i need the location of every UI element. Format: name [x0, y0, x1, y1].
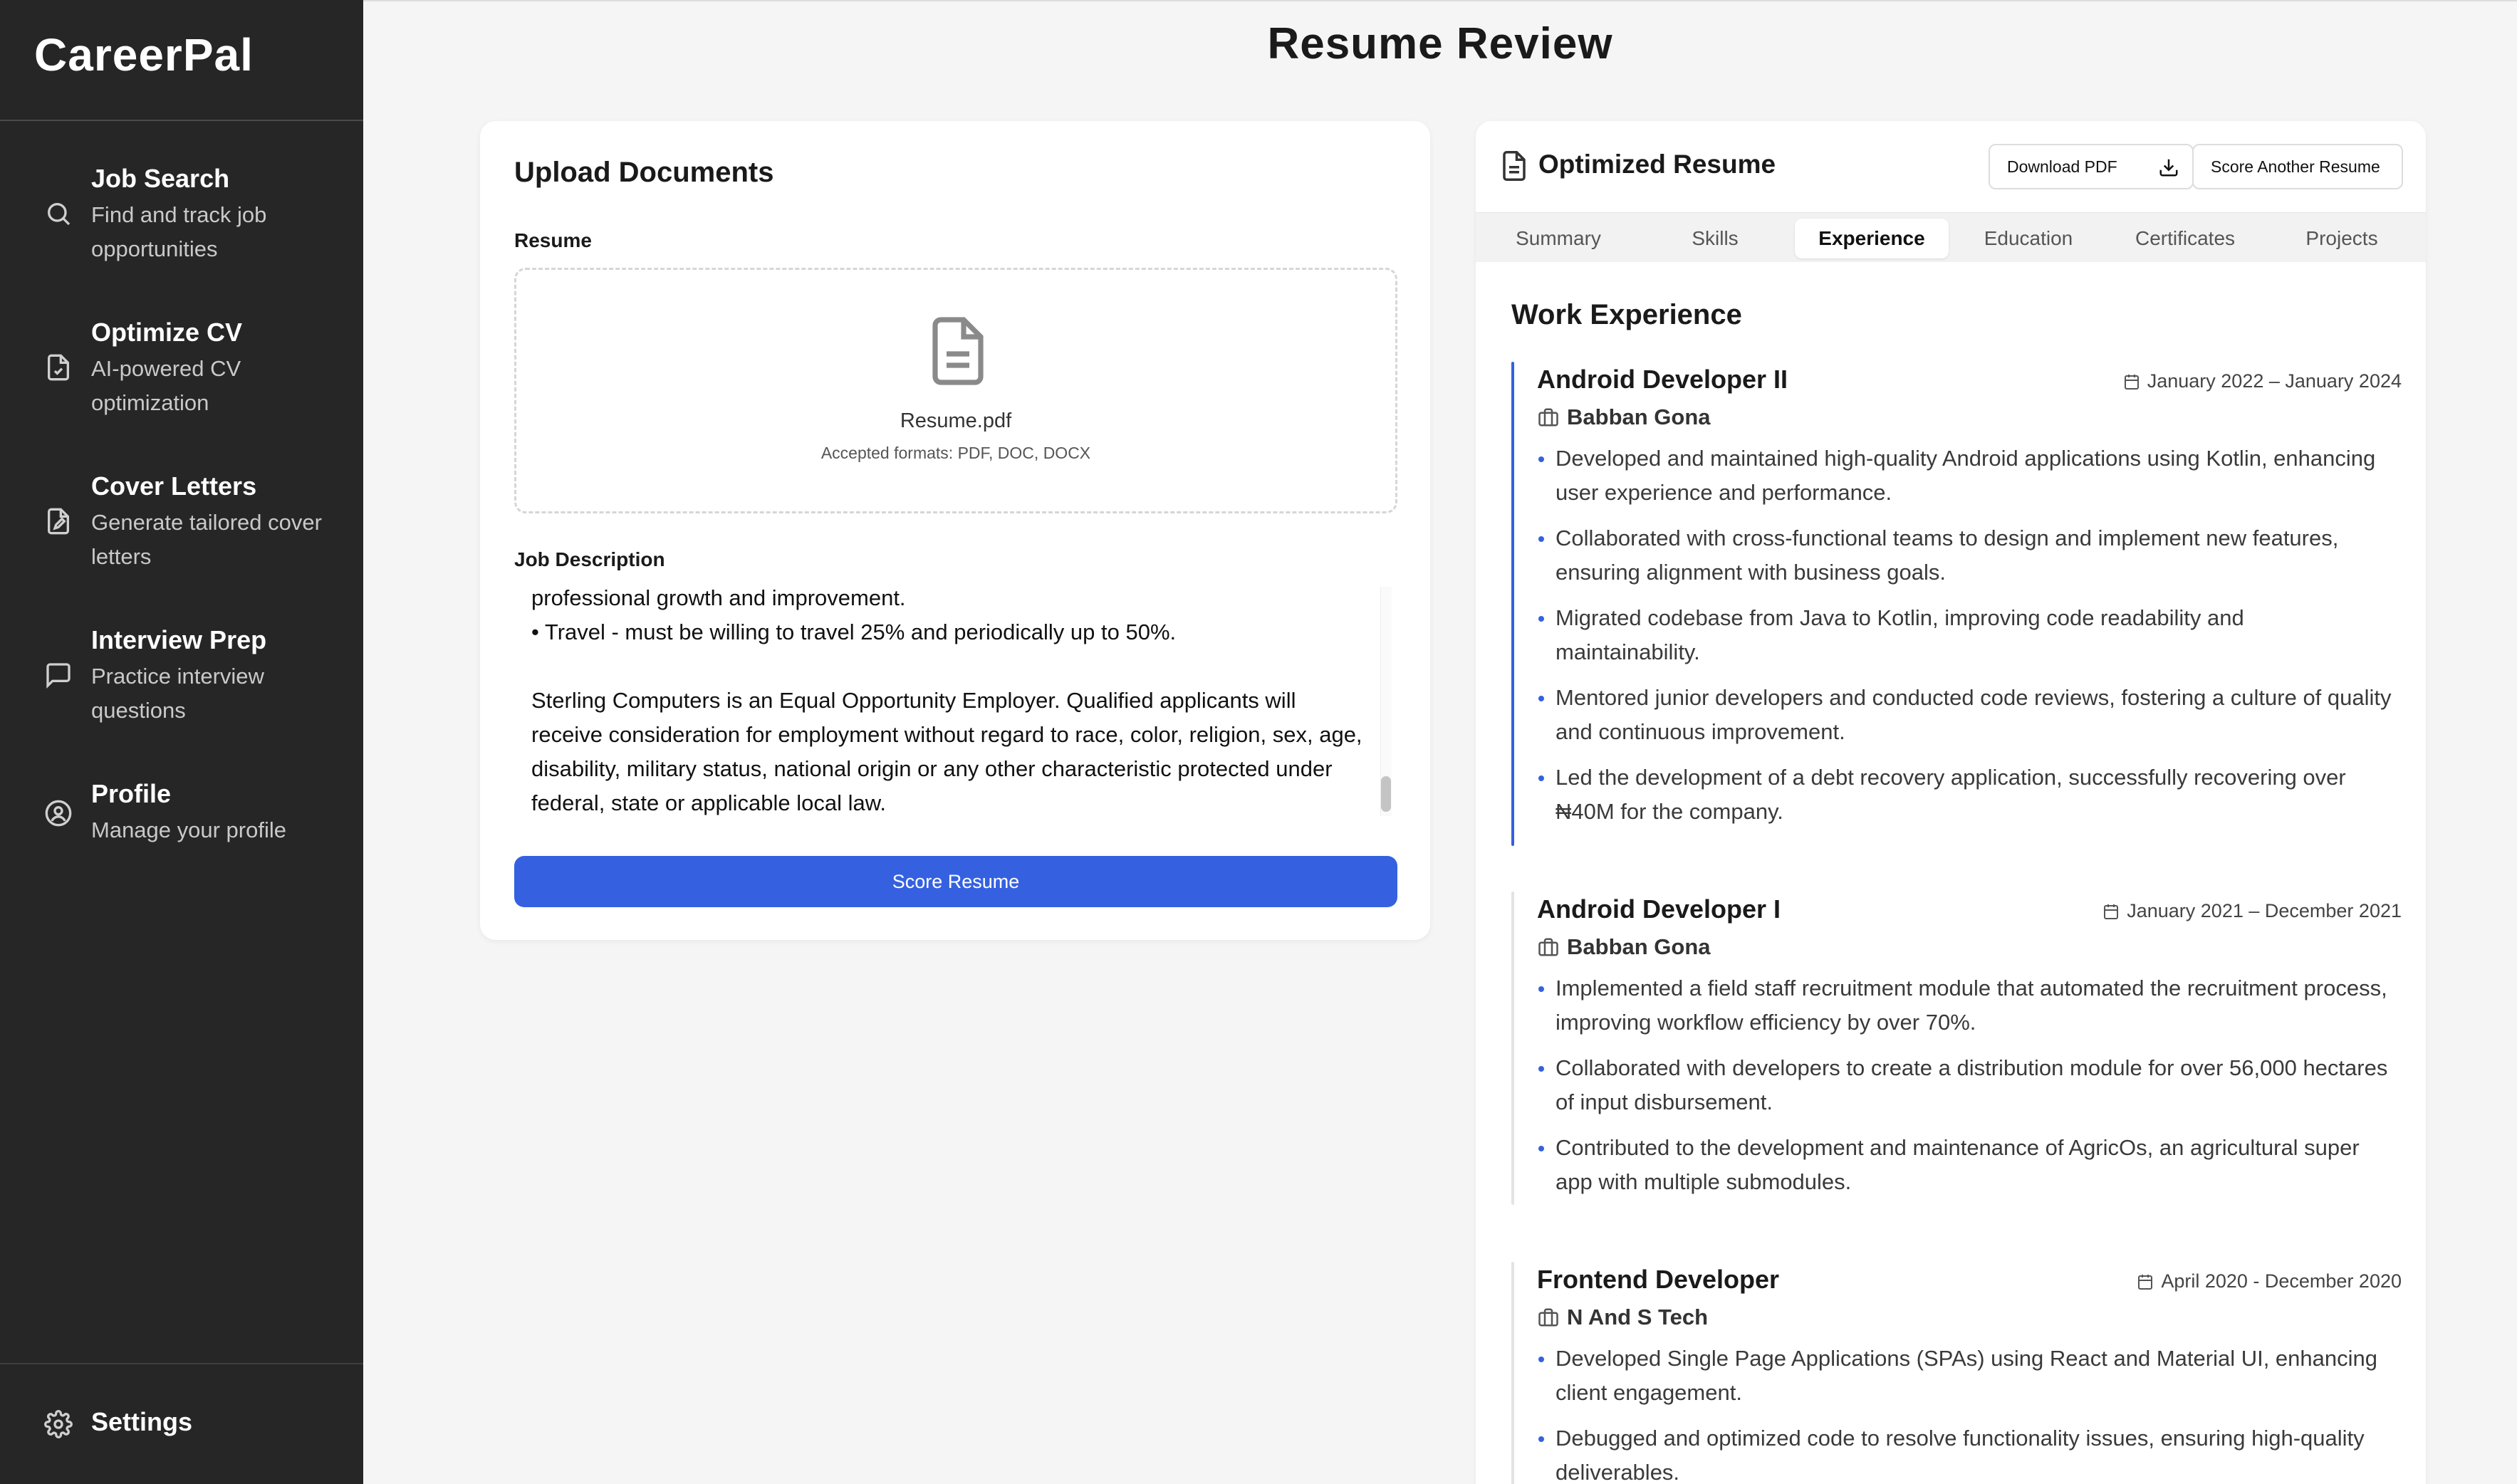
- brand-logo[interactable]: CareerPal: [34, 28, 254, 81]
- briefcase-icon: [1538, 1308, 1558, 1327]
- bullet-list: Developed Single Page Applications (SPAs…: [1537, 1342, 2392, 1484]
- tab-projects[interactable]: Projects: [2265, 219, 2419, 258]
- tab-experience[interactable]: Experience: [1795, 219, 1949, 258]
- document-icon: [1503, 151, 1526, 181]
- upload-documents-card: Upload Documents Resume Resume.pdf Accep…: [480, 121, 1430, 940]
- sidebar-item-desc: Practice interview questions: [91, 664, 264, 723]
- list-item: Implemented a field staff recruitment mo…: [1537, 971, 2392, 1040]
- job-dates: April 2020 - December 2020: [2137, 1270, 2402, 1292]
- download-pdf-button[interactable]: Download PDF: [1989, 144, 2194, 189]
- user-circle-icon: [45, 800, 72, 827]
- sidebar-item-settings[interactable]: Settings: [0, 1396, 363, 1453]
- sidebar-item-label: Settings: [91, 1407, 193, 1436]
- accepted-formats: Accepted formats: PDF, DOC, DOCX: [820, 444, 1091, 462]
- sidebar-item-desc: AI-powered CV optimization: [91, 356, 241, 415]
- file-edit-icon: [48, 508, 69, 535]
- calendar-icon: [2124, 374, 2139, 390]
- download-icon: [2159, 159, 2178, 177]
- calendar-icon: [2138, 1274, 2153, 1290]
- list-item: Migrated codebase from Java to Kotlin, i…: [1537, 601, 2392, 669]
- card-title: Optimized Resume: [1538, 150, 1776, 179]
- sidebar: CareerPal Job Search Find and track job …: [0, 0, 363, 1484]
- experience-entry: Frontend Developer April 2020 - December…: [1511, 1262, 2402, 1484]
- score-another-resume-button[interactable]: Score Another Resume: [2192, 144, 2403, 189]
- experience-entry: Android Developer I January 2021 – Decem…: [1511, 892, 2402, 1205]
- sidebar-item-label: Cover Letters: [91, 471, 257, 501]
- button-label: Download PDF: [2007, 157, 2117, 176]
- list-item: Contributed to the development and maint…: [1537, 1131, 2392, 1199]
- file-check-icon: [48, 354, 69, 381]
- timeline-bar: [1511, 892, 1514, 1205]
- sidebar-item-label: Job Search: [91, 164, 230, 193]
- job-role: Frontend Developer: [1537, 1265, 1780, 1294]
- message-icon: [46, 663, 71, 689]
- resume-tabs: Summary Skills Experience Education Cert…: [1476, 212, 2426, 262]
- page-title: Resume Review: [1267, 19, 1613, 68]
- job-description-label: Job Description: [514, 548, 665, 570]
- job-company: Babban Gona: [1537, 404, 1711, 430]
- briefcase-icon: [1538, 408, 1558, 427]
- section-title: Work Experience: [1511, 299, 1742, 330]
- sidebar-item-profile[interactable]: Profile Manage your profile: [0, 773, 363, 909]
- sidebar-item-optimize-cv[interactable]: Optimize CV AI-powered CV optimization: [0, 312, 363, 447]
- card-title: Upload Documents: [514, 157, 774, 188]
- job-role: Android Developer I: [1537, 894, 1781, 924]
- company-name: Babban Gona: [1567, 404, 1711, 429]
- sidebar-item-label: Profile: [91, 779, 172, 808]
- job-company: Babban Gona: [1537, 934, 1711, 960]
- list-item: Developed and maintained high-quality An…: [1537, 441, 2392, 510]
- job-date-range: January 2021 – December 2021: [2127, 900, 2402, 921]
- job-company: N And S Tech: [1537, 1305, 1708, 1330]
- calendar-icon: [2104, 904, 2119, 919]
- timeline-bar: [1511, 1262, 1514, 1484]
- tab-education[interactable]: Education: [1951, 219, 2105, 258]
- job-dates: January 2021 – December 2021: [2102, 900, 2402, 922]
- job-role: Android Developer II: [1537, 365, 1788, 394]
- sidebar-item-label: Optimize CV: [91, 318, 243, 347]
- scrollbar-thumb[interactable]: [1381, 776, 1391, 812]
- timeline-bar: [1511, 362, 1514, 846]
- list-item: Collaborated with developers to create a…: [1537, 1051, 2392, 1119]
- top-border: [363, 0, 2517, 1]
- score-resume-button[interactable]: Score Resume: [514, 856, 1397, 907]
- experience-entry: Android Developer II January 2022 – Janu…: [1511, 362, 2402, 846]
- job-description-text: professional growth and improvement. • T…: [531, 587, 1362, 815]
- job-date-range: April 2020 - December 2020: [2161, 1270, 2402, 1292]
- file-icon: [932, 317, 984, 385]
- sidebar-item-cover-letters[interactable]: Cover Letters Generate tailored cover le…: [0, 466, 363, 601]
- company-name: Babban Gona: [1567, 934, 1711, 959]
- optimized-resume-card: Optimized Resume Download PDF Score Anot…: [1476, 121, 2426, 1484]
- job-description-textarea[interactable]: professional growth and improvement. • T…: [514, 587, 1397, 816]
- job-dates: January 2022 – January 2024: [2123, 370, 2402, 392]
- divider: [0, 120, 363, 121]
- list-item: Developed Single Page Applications (SPAs…: [1537, 1342, 2392, 1410]
- list-item: Debugged and optimized code to resolve f…: [1537, 1421, 2392, 1484]
- sidebar-item-interview-prep[interactable]: Interview Prep Practice interview questi…: [0, 620, 363, 755]
- sidebar-item-desc: Find and track job opportunities: [91, 202, 267, 261]
- divider: [0, 1363, 363, 1364]
- resume-dropzone[interactable]: Resume.pdf Accepted formats: PDF, DOC, D…: [514, 268, 1397, 513]
- gear-icon: [44, 1410, 73, 1438]
- bullet-list: Implemented a field staff recruitment mo…: [1537, 971, 2392, 1211]
- list-item: Led the development of a debt recovery a…: [1537, 761, 2392, 829]
- bullet-list: Developed and maintained high-quality An…: [1537, 441, 2392, 840]
- company-name: N And S Tech: [1567, 1305, 1709, 1329]
- sidebar-item-desc: Manage your profile: [91, 817, 286, 842]
- uploaded-file-name: Resume.pdf: [900, 409, 1012, 432]
- briefcase-icon: [1538, 938, 1558, 956]
- job-date-range: January 2022 – January 2024: [2147, 370, 2402, 392]
- list-item: Collaborated with cross-functional teams…: [1537, 521, 2392, 590]
- tab-skills[interactable]: Skills: [1638, 219, 1792, 258]
- sidebar-item-job-search[interactable]: Job Search Find and track job opportunit…: [0, 158, 363, 293]
- sidebar-item-desc: Generate tailored cover letters: [91, 510, 322, 569]
- sidebar-item-label: Interview Prep: [91, 625, 267, 654]
- resume-label: Resume: [514, 229, 592, 251]
- tab-summary[interactable]: Summary: [1481, 219, 1635, 258]
- tab-certificates[interactable]: Certificates: [2108, 219, 2262, 258]
- search-icon: [48, 203, 71, 226]
- list-item: Mentored junior developers and conducted…: [1537, 681, 2392, 749]
